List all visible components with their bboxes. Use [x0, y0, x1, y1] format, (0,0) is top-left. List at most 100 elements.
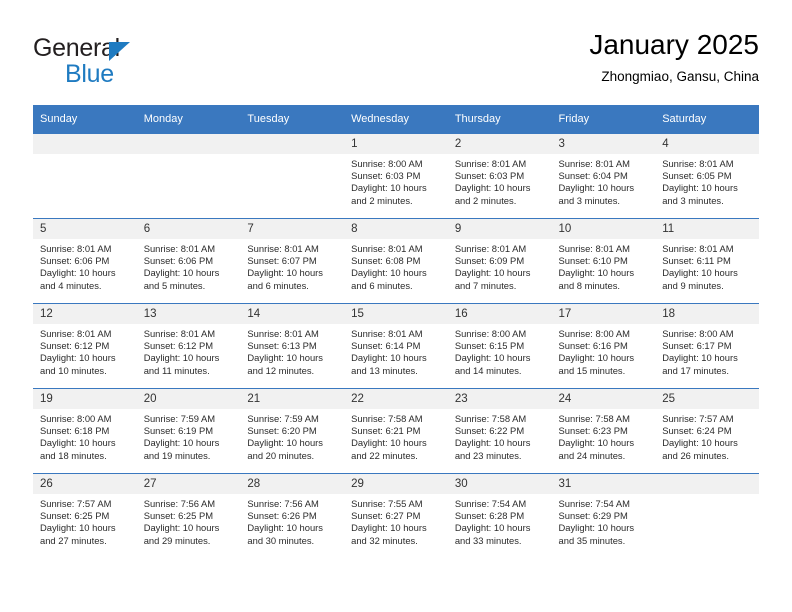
day-details: Sunrise: 8:01 AM Sunset: 6:05 PM Daylight:… — [655, 154, 759, 207]
day-details: Sunrise: 7:57 AM Sunset: 6:24 PM Daylight:… — [655, 409, 759, 462]
calendar-day-cell[interactable]: 30 Sunrise: 7:54 AM Sunset: 6:28 PM Dayligh… — [447, 473, 552, 558]
day-number: 22 — [344, 389, 448, 409]
daylight-text: Daylight: 10 hours and 6 minutes. — [351, 267, 427, 291]
daylight-text: Daylight: 10 hours and 18 minutes. — [40, 437, 116, 461]
sunrise-text: Sunrise: 8:01 AM — [143, 328, 216, 339]
calendar-day-cell[interactable]: 20 Sunrise: 7:59 AM Sunset: 6:19 PM Dayligh… — [136, 388, 241, 474]
calendar-day-cell[interactable]: 5 Sunrise: 8:01 AM Sunset: 6:06 PM Daylight… — [33, 218, 137, 304]
calendar-day-cell[interactable]: 7 Sunrise: 8:01 AM Sunset: 6:07 PM Daylight… — [240, 218, 345, 304]
daylight-text: Daylight: 10 hours and 23 minutes. — [454, 437, 531, 461]
day-details: Sunrise: 8:01 AM Sunset: 6:06 PM Daylight:… — [137, 239, 241, 292]
calendar-day-cell[interactable]: 10 Sunrise: 8:01 AM Sunset: 6:10 PM Dayligh… — [551, 218, 656, 304]
day-number: 9 — [447, 219, 552, 239]
daylight-text: Daylight: 10 hours and 33 minutes. — [454, 522, 531, 546]
sunrise-text: Sunrise: 7:59 AM — [247, 413, 319, 424]
calendar-day-cell[interactable]: 31 Sunrise: 7:54 AM Sunset: 6:29 PM Dayligh… — [551, 473, 656, 558]
day-details: Sunrise: 8:00 AM Sunset: 6:17 PM Daylight:… — [655, 324, 759, 377]
day-details: Sunrise: 8:01 AM Sunset: 6:06 PM Daylight:… — [33, 239, 137, 292]
sunset-text: Sunset: 6:07 PM — [247, 255, 317, 267]
calendar-day-cell[interactable]: 4 Sunrise: 8:01 AM Sunset: 6:05 PM Daylight… — [655, 133, 759, 219]
brand-logo[interactable]: General Blue — [33, 34, 233, 90]
day-number: 24 — [551, 389, 656, 409]
day-details: Sunrise: 8:00 AM Sunset: 6:03 PM Daylight:… — [344, 154, 448, 207]
day-details: Sunrise: 8:01 AM Sunset: 6:13 PM Daylight:… — [240, 324, 344, 377]
day-number: 11 — [655, 219, 759, 239]
sunset-text: Sunset: 6:16 PM — [558, 340, 628, 352]
sunset-text: Sunset: 6:21 PM — [351, 425, 421, 437]
sunset-text: Sunset: 6:06 PM — [143, 255, 214, 267]
sunset-text: Sunset: 6:12 PM — [143, 340, 214, 352]
calendar-day-cell[interactable]: 6 Sunrise: 8:01 AM Sunset: 6:06 PM Daylight… — [136, 218, 241, 304]
daylight-text: Daylight: 10 hours and 4 minutes. — [40, 267, 116, 291]
weekday-header-saturday: Saturday — [655, 105, 759, 134]
day-details: Sunrise: 7:59 AM Sunset: 6:20 PM Daylight:… — [240, 409, 344, 462]
title-block: January 2025 Zhongmiao, Gansu, China — [589, 28, 759, 87]
daylight-text: Daylight: 10 hours and 5 minutes. — [143, 267, 220, 291]
day-number: 28 — [240, 474, 345, 494]
day-number: 8 — [344, 219, 448, 239]
day-number — [33, 134, 137, 154]
daylight-text: Daylight: 10 hours and 12 minutes. — [247, 352, 323, 376]
calendar-day-cell[interactable]: 11 Sunrise: 8:01 AM Sunset: 6:11 PM Dayligh… — [655, 218, 759, 304]
daylight-text: Daylight: 10 hours and 9 minutes. — [662, 267, 738, 291]
calendar-day-cell[interactable]: 18 Sunrise: 8:00 AM Sunset: 6:17 PM Dayligh… — [655, 303, 759, 389]
day-number: 19 — [33, 389, 137, 409]
sunrise-text: Sunrise: 8:00 AM — [558, 328, 630, 339]
sunset-text: Sunset: 6:18 PM — [40, 425, 110, 437]
sunset-text: Sunset: 6:27 PM — [351, 510, 421, 522]
calendar-day-cell[interactable]: 8 Sunrise: 8:01 AM Sunset: 6:08 PM Daylight… — [344, 218, 448, 304]
calendar-day-cell[interactable]: 2 Sunrise: 8:01 AM Sunset: 6:03 PM Daylight… — [447, 133, 552, 219]
calendar-day-cell[interactable]: 9 Sunrise: 8:01 AM Sunset: 6:09 PM Daylight… — [447, 218, 552, 304]
calendar-day-cell[interactable]: 15 Sunrise: 8:01 AM Sunset: 6:14 PM Dayligh… — [344, 303, 448, 389]
calendar-day-cell[interactable]: 25 Sunrise: 7:57 AM Sunset: 6:24 PM Dayligh… — [655, 388, 759, 474]
day-details: Sunrise: 8:01 AM Sunset: 6:10 PM Daylight:… — [552, 239, 656, 292]
day-details: Sunrise: 8:01 AM Sunset: 6:14 PM Daylight:… — [344, 324, 448, 377]
calendar-day-cell[interactable]: 16 Sunrise: 8:00 AM Sunset: 6:15 PM Dayligh… — [447, 303, 552, 389]
sunset-text: Sunset: 6:24 PM — [662, 425, 732, 437]
day-number — [655, 474, 759, 494]
calendar-day-cell[interactable]: 13 Sunrise: 8:01 AM Sunset: 6:12 PM Dayligh… — [136, 303, 241, 389]
brand-name-general: General — [33, 34, 120, 62]
sunset-text: Sunset: 6:29 PM — [558, 510, 628, 522]
sunrise-text: Sunrise: 7:58 AM — [454, 413, 527, 424]
day-details: Sunrise: 8:01 AM Sunset: 6:11 PM Daylight:… — [655, 239, 759, 292]
weekday-header-tuesday: Tuesday — [240, 105, 345, 134]
sunrise-text: Sunrise: 8:00 AM — [40, 413, 112, 424]
day-number: 21 — [240, 389, 345, 409]
calendar-day-cell[interactable]: 21 Sunrise: 7:59 AM Sunset: 6:20 PM Dayligh… — [240, 388, 345, 474]
sunrise-text: Sunrise: 7:54 AM — [454, 498, 527, 509]
calendar-day-cell[interactable]: 3 Sunrise: 8:01 AM Sunset: 6:04 PM Daylight… — [551, 133, 656, 219]
daylight-text: Daylight: 10 hours and 26 minutes. — [662, 437, 738, 461]
daylight-text: Daylight: 10 hours and 35 minutes. — [558, 522, 635, 546]
calendar-day-cell[interactable]: 27 Sunrise: 7:56 AM Sunset: 6:25 PM Dayligh… — [136, 473, 241, 558]
day-details: Sunrise: 7:57 AM Sunset: 6:25 PM Daylight:… — [33, 494, 137, 547]
day-details: Sunrise: 8:01 AM Sunset: 6:07 PM Daylight:… — [240, 239, 344, 292]
calendar-day-cell-empty — [136, 133, 241, 219]
daylight-text: Daylight: 10 hours and 32 minutes. — [351, 522, 427, 546]
sunset-text: Sunset: 6:04 PM — [558, 170, 628, 182]
day-number: 15 — [344, 304, 448, 324]
calendar-day-cell[interactable]: 26 Sunrise: 7:57 AM Sunset: 6:25 PM Dayligh… — [33, 473, 137, 558]
calendar-day-cell[interactable]: 23 Sunrise: 7:58 AM Sunset: 6:22 PM Dayligh… — [447, 388, 552, 474]
calendar-day-cell[interactable]: 22 Sunrise: 7:58 AM Sunset: 6:21 PM Dayligh… — [344, 388, 448, 474]
calendar-day-cell[interactable]: 24 Sunrise: 7:58 AM Sunset: 6:23 PM Dayligh… — [551, 388, 656, 474]
day-number: 26 — [33, 474, 137, 494]
calendar-day-cell[interactable]: 29 Sunrise: 7:55 AM Sunset: 6:27 PM Dayligh… — [344, 473, 448, 558]
sunrise-text: Sunrise: 7:57 AM — [662, 413, 734, 424]
calendar-day-cell[interactable]: 17 Sunrise: 8:00 AM Sunset: 6:16 PM Dayligh… — [551, 303, 656, 389]
calendar-day-cell[interactable]: 19 Sunrise: 8:00 AM Sunset: 6:18 PM Dayligh… — [33, 388, 137, 474]
calendar-day-cell[interactable]: 28 Sunrise: 7:56 AM Sunset: 6:26 PM Dayligh… — [240, 473, 345, 558]
sunrise-text: Sunrise: 8:00 AM — [662, 328, 734, 339]
day-number: 20 — [136, 389, 241, 409]
calendar-day-cell[interactable]: 1 Sunrise: 8:00 AM Sunset: 6:03 PM Daylight… — [344, 133, 448, 219]
calendar-day-cell[interactable]: 14 Sunrise: 8:01 AM Sunset: 6:13 PM Dayligh… — [240, 303, 345, 389]
sunrise-text: Sunrise: 8:01 AM — [454, 243, 527, 254]
day-number: 2 — [447, 134, 552, 154]
day-number: 29 — [344, 474, 448, 494]
calendar-day-cell[interactable]: 12 Sunrise: 8:01 AM Sunset: 6:12 PM Dayligh… — [33, 303, 137, 389]
brand-name-blue: Blue — [65, 60, 114, 88]
day-number: 17 — [551, 304, 656, 324]
sunrise-text: Sunrise: 8:01 AM — [247, 328, 319, 339]
sunset-text: Sunset: 6:12 PM — [40, 340, 110, 352]
day-details: Sunrise: 8:01 AM Sunset: 6:03 PM Daylight:… — [448, 154, 552, 207]
